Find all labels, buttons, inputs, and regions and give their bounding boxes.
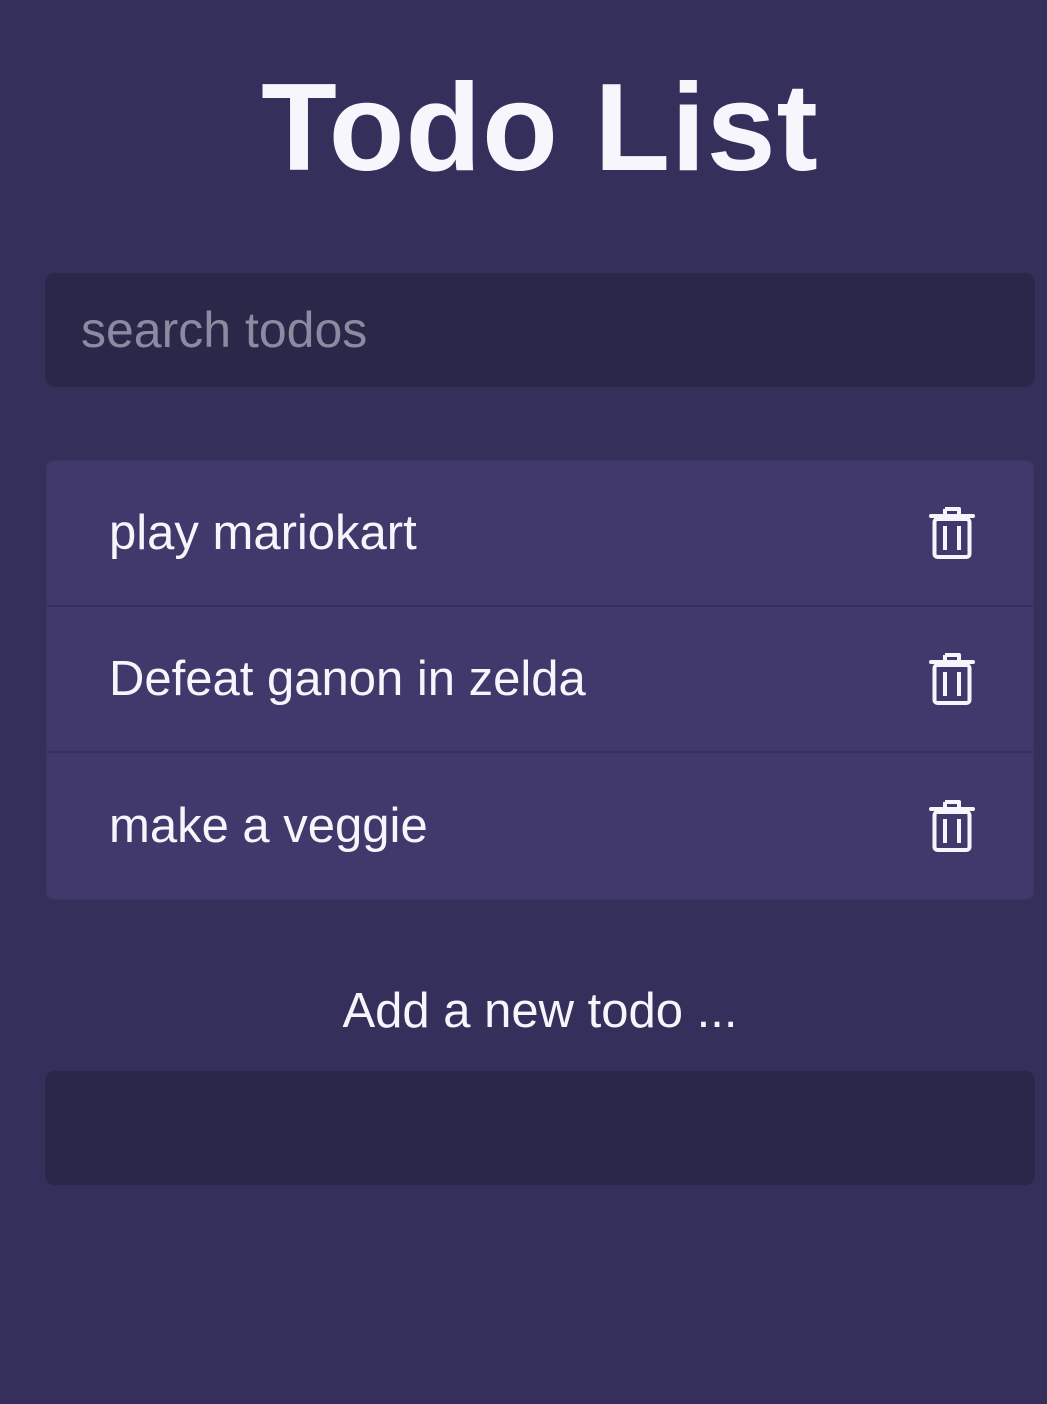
page-title: Todo List xyxy=(261,59,819,197)
add-todo-input[interactable] xyxy=(45,1071,1035,1185)
todo-item: play mariokart xyxy=(47,461,1033,607)
trash-icon[interactable] xyxy=(929,506,975,560)
add-todo-label: Add a new todo ... xyxy=(342,984,738,1038)
trash-icon[interactable] xyxy=(929,799,975,853)
todo-text: play mariokart xyxy=(109,506,417,560)
todo-text: make a veggie xyxy=(109,799,428,853)
search-input[interactable] xyxy=(45,273,1035,387)
trash-icon[interactable] xyxy=(929,652,975,706)
todo-list: play mariokart Defeat ganon in zelda mak… xyxy=(47,461,1033,899)
todo-text: Defeat ganon in zelda xyxy=(109,652,586,706)
todo-item: make a veggie xyxy=(47,753,1033,899)
todo-item: Defeat ganon in zelda xyxy=(47,607,1033,753)
add-todo-container xyxy=(45,1071,1035,1185)
search-container xyxy=(45,273,1035,387)
